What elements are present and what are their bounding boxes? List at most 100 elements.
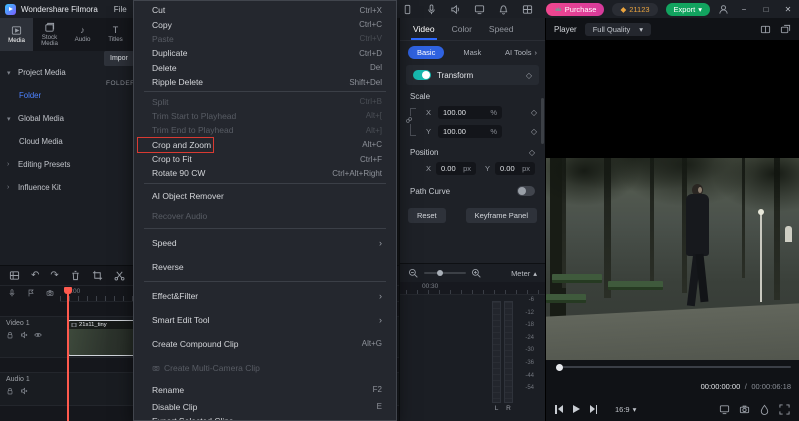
menu-item-ai-object-remover[interactable]: AI Object Remover xyxy=(134,186,396,206)
sidebar-item-folder[interactable]: Folder xyxy=(0,84,104,107)
tab-titles[interactable]: T Titles xyxy=(99,18,132,51)
tab-color[interactable]: Color xyxy=(452,24,472,34)
keyframe-diamond-icon[interactable]: ◇ xyxy=(531,108,537,117)
menu-item-duplicate[interactable]: Duplicate Ctrl+D xyxy=(134,46,396,60)
fullscreen-icon[interactable] xyxy=(779,403,790,415)
snapshot-icon[interactable] xyxy=(739,404,750,415)
subtab-basic[interactable]: Basic xyxy=(408,46,445,59)
mirror-display-icon[interactable] xyxy=(719,404,730,415)
mute-icon[interactable] xyxy=(20,387,28,395)
split-view-icon[interactable] xyxy=(760,24,771,35)
quality-dropdown[interactable]: Full Quality ▾ xyxy=(584,22,651,36)
sidebar-item-editing-presets[interactable]: › Editing Presets xyxy=(0,153,104,176)
lock-icon[interactable] xyxy=(6,331,14,339)
menu-item-rename[interactable]: Rename F2 xyxy=(134,380,396,400)
zoom-in-icon[interactable] xyxy=(471,268,482,279)
reset-button[interactable]: Reset xyxy=(408,208,446,223)
position-x-input[interactable]: 0.00 px xyxy=(436,161,476,175)
keyframe-ruler[interactable]: 00:30 xyxy=(400,282,545,295)
keyframe-diamond-icon[interactable]: ◇ xyxy=(526,71,532,80)
tab-audio[interactable]: ♪ Audio xyxy=(66,18,99,51)
video-preview[interactable] xyxy=(546,40,799,360)
menu-item-reverse[interactable]: Reverse xyxy=(134,255,396,279)
purchase-button[interactable]: Purchase xyxy=(545,2,605,16)
tab-stock-media[interactable]: Stock Media xyxy=(33,18,66,51)
audio-track-header[interactable]: Audio 1 xyxy=(0,373,60,405)
menu-item-rotate-90-cw[interactable]: Rotate 90 CW Ctrl+Alt+Right xyxy=(134,166,396,180)
snapshot-icon[interactable] xyxy=(46,289,54,297)
sidebar-item-influence-kit[interactable]: › Influence Kit xyxy=(0,176,104,199)
subtab-mask[interactable]: Mask xyxy=(454,46,490,59)
mic-icon[interactable] xyxy=(426,3,437,15)
lock-icon[interactable] xyxy=(6,387,14,395)
redo-icon[interactable]: ↷ xyxy=(50,270,58,281)
trash-icon[interactable] xyxy=(70,270,81,281)
points-badge[interactable]: ◆ 21123 xyxy=(612,2,658,16)
tab-speed[interactable]: Speed xyxy=(489,24,514,34)
menu-item-effect-filter[interactable]: Effect&Filter › xyxy=(134,284,396,308)
transform-toggle[interactable] xyxy=(413,70,431,80)
color-mask-icon[interactable] xyxy=(759,404,770,415)
playhead[interactable] xyxy=(67,287,69,421)
bell-icon[interactable] xyxy=(498,4,509,15)
play-button[interactable] xyxy=(572,405,580,413)
menu-item-crop-and-zoom[interactable]: Crop and Zoom Alt+C xyxy=(134,136,396,153)
zoom-slider-knob[interactable] xyxy=(437,269,444,276)
seek-bar[interactable] xyxy=(556,362,791,372)
menu-item-delete[interactable]: Delete Del xyxy=(134,61,396,75)
keyframe-diamond-icon[interactable]: ◇ xyxy=(531,127,537,136)
subtab-ai-tools[interactable]: AI Tools › xyxy=(505,48,537,57)
menu-item-crop-to-fit[interactable]: Crop to Fit Ctrl+F xyxy=(134,152,396,166)
layout-icon[interactable] xyxy=(522,4,533,15)
device-icon[interactable] xyxy=(402,4,413,15)
panels-icon[interactable] xyxy=(9,270,20,281)
import-button[interactable]: Impor xyxy=(104,51,134,66)
tab-video[interactable]: Video xyxy=(411,24,437,40)
close-button[interactable]: ✕ xyxy=(781,5,795,14)
path-curve-toggle[interactable] xyxy=(517,186,535,196)
link-icon[interactable] xyxy=(405,116,413,124)
keyframe-panel-button[interactable]: Keyframe Panel xyxy=(465,208,537,223)
eye-icon[interactable] xyxy=(34,331,42,339)
scale-y-input[interactable]: 100.00 % xyxy=(438,125,502,138)
aspect-ratio-dropdown[interactable]: 16:9 ▾ xyxy=(615,405,636,414)
menu-item-export-selected-clips[interactable]: Export Selected Clips xyxy=(134,414,396,420)
display-icon[interactable] xyxy=(474,4,485,15)
zoom-out-icon[interactable] xyxy=(408,268,419,279)
previous-frame-button[interactable] xyxy=(555,404,563,414)
sidebar-item-global-media[interactable]: ▾ Global Media xyxy=(0,107,104,130)
scale-x-input[interactable]: 100.00 % xyxy=(438,106,502,119)
menu-item-speed[interactable]: Speed › xyxy=(134,231,396,255)
next-frame-button[interactable] xyxy=(589,404,597,414)
menu-item-copy[interactable]: Copy Ctrl+C xyxy=(134,17,396,31)
detach-window-icon[interactable] xyxy=(780,24,791,35)
keyframe-diamond-icon[interactable]: ◇ xyxy=(529,148,535,157)
sidebar-item-cloud-media[interactable]: Cloud Media xyxy=(0,130,104,153)
avatar-icon[interactable] xyxy=(718,4,729,15)
zoom-slider[interactable] xyxy=(424,269,466,276)
seek-knob[interactable] xyxy=(556,363,563,371)
menu-item-smart-edit-tool[interactable]: Smart Edit Tool › xyxy=(134,308,396,332)
voiceover-icon[interactable] xyxy=(8,289,16,297)
video-track-header[interactable]: Video 1 xyxy=(0,317,60,357)
position-y-input[interactable]: 0.00 px xyxy=(495,161,535,175)
tab-media[interactable]: Media xyxy=(0,18,33,51)
export-button[interactable]: Export ▾ xyxy=(665,2,710,16)
split-scissors-icon[interactable] xyxy=(114,270,125,281)
video-clip[interactable]: 21s11_tiny xyxy=(68,320,135,356)
file-menu[interactable]: File xyxy=(108,3,133,16)
marker-icon[interactable] xyxy=(27,289,35,297)
minimize-button[interactable]: − xyxy=(737,5,751,14)
menu-item-create-compound-clip[interactable]: Create Compound Clip Alt+G xyxy=(134,332,396,356)
menu-item-cut[interactable]: Cut Ctrl+X xyxy=(134,3,396,17)
meter-toggle[interactable]: Meter ▴ xyxy=(511,269,537,278)
sidebar-item-project-media[interactable]: ▾ Project Media xyxy=(0,61,104,84)
undo-icon[interactable]: ↶ xyxy=(31,270,39,281)
speaker-icon[interactable] xyxy=(450,4,461,15)
menu-item-ripple-delete[interactable]: Ripple Delete Shift+Del xyxy=(134,75,396,89)
properties-scrollbar[interactable] xyxy=(541,98,544,144)
maximize-button[interactable]: □ xyxy=(759,5,773,14)
mute-icon[interactable] xyxy=(20,331,28,339)
menu-item-disable-clip[interactable]: Disable Clip E xyxy=(134,400,396,414)
crop-icon[interactable] xyxy=(92,270,103,281)
